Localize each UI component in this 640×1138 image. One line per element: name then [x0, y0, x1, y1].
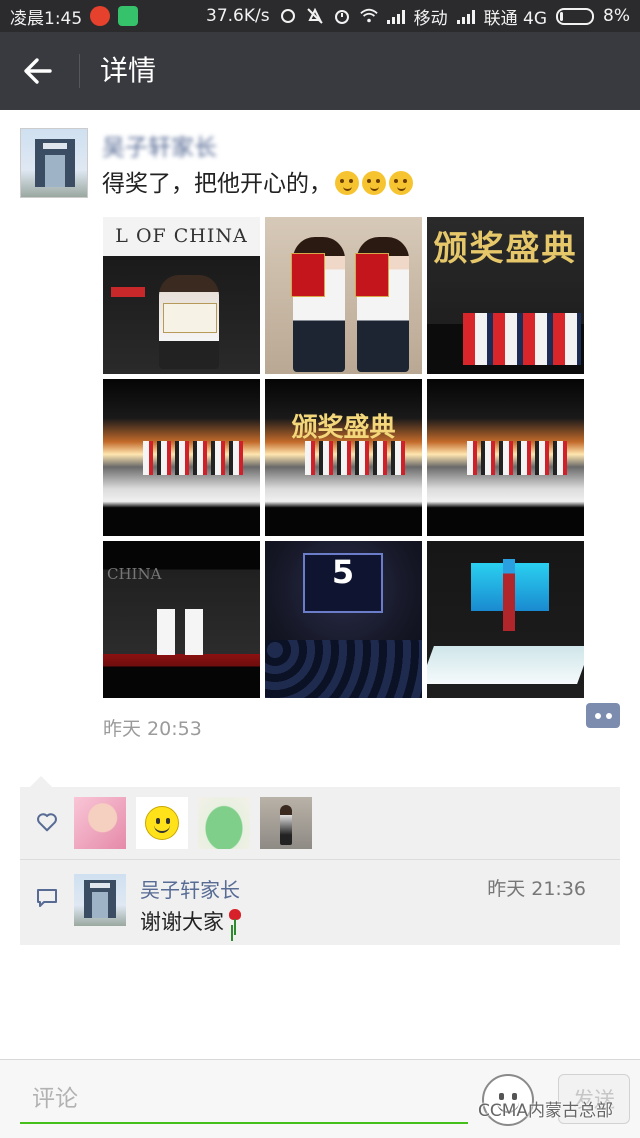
carrier-1: 移动: [413, 8, 448, 29]
photo-caption: 5: [331, 553, 355, 591]
like-avatar[interactable]: [198, 797, 250, 849]
alarm-icon: [334, 10, 349, 24]
author-avatar[interactable]: [20, 128, 88, 198]
photo-1[interactable]: L OF CHINA: [103, 217, 260, 374]
battery-level: 8%: [603, 6, 630, 26]
author-name[interactable]: 吴子轩家长: [102, 128, 217, 162]
photo-caption: L OF CHINA: [115, 225, 248, 247]
battery-icon: [556, 7, 595, 25]
sync-icon: [280, 9, 295, 23]
comment-text-content: 谢谢大家: [140, 910, 224, 934]
post-text-content: 得奖了，把他开心的，: [102, 171, 332, 197]
nav-bar: 详情: [0, 32, 640, 110]
post-time: 昨天 20:53: [103, 718, 202, 740]
page-title: 详情: [100, 54, 157, 87]
thinking-face-icon: [389, 171, 413, 195]
photo-caption: 颁奖盛典: [433, 229, 578, 269]
like-avatar[interactable]: [136, 797, 188, 849]
rose-icon: [228, 909, 242, 935]
comment-time: 昨天 21:36: [487, 878, 586, 900]
comment-input[interactable]: [20, 1076, 468, 1124]
post-text: 得奖了，把他开心的，: [102, 168, 413, 200]
like-avatar[interactable]: [74, 797, 126, 849]
thinking-face-icon: [362, 171, 386, 195]
photo-4[interactable]: [103, 379, 260, 536]
photo-3[interactable]: 颁奖盛典: [427, 217, 584, 374]
meituan-notification-icon: [118, 6, 139, 26]
watermark: CCMA内蒙古总部: [478, 1101, 614, 1121]
carrier-2: 联通 4G: [483, 8, 548, 29]
wifi-icon: [359, 8, 378, 23]
photo-caption: 颁奖盛典: [291, 413, 396, 443]
status-bar: 凌晨1:45 37.6K/s 移动 联通 4G 8%: [0, 0, 640, 32]
commenter-avatar[interactable]: [74, 874, 126, 926]
thinking-face-icon: [335, 171, 359, 195]
smiley-icon: [145, 806, 179, 840]
photo-caption: CHINA: [107, 565, 162, 583]
feedback-pointer: [30, 776, 52, 787]
weibo-notification-icon: [90, 6, 111, 26]
photo-9[interactable]: [427, 541, 584, 698]
comment-item[interactable]: 吴子轩家长 昨天 21:36 谢谢大家: [20, 860, 620, 945]
photo-grid: L OF CHINA 颁奖盛典 颁奖盛典 CHINA 5: [103, 217, 584, 698]
photo-2[interactable]: [265, 217, 422, 374]
photo-7[interactable]: CHINA: [103, 541, 260, 698]
photo-5[interactable]: 颁奖盛典: [265, 379, 422, 536]
signal-icon: [386, 8, 405, 24]
comment-text: 谢谢大家: [140, 906, 242, 936]
likes-row: [20, 787, 620, 859]
feedback-panel: 吴子轩家长 昨天 21:36 谢谢大家: [20, 787, 620, 945]
arrow-left-icon: [24, 58, 52, 84]
comment-bubble-icon: [37, 889, 57, 907]
commenter-name[interactable]: 吴子轩家长: [140, 874, 240, 903]
photo-6[interactable]: [427, 379, 584, 536]
like-avatar[interactable]: [260, 797, 312, 849]
more-actions-button[interactable]: [586, 703, 620, 728]
nav-divider: [79, 54, 80, 88]
signal-icon-2: [456, 8, 475, 24]
photo-8[interactable]: 5: [265, 541, 422, 698]
net-speed: 37.6K/s: [206, 6, 270, 26]
heart-outline-icon: [37, 813, 57, 832]
status-time: 凌晨1:45: [10, 8, 83, 29]
back-button[interactable]: [14, 49, 62, 93]
mute-icon: [306, 7, 323, 24]
